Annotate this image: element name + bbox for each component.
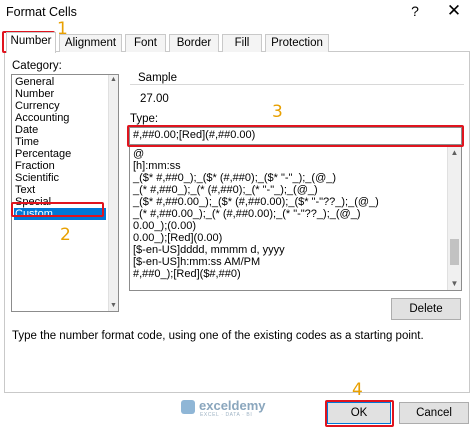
tab-alignment[interactable]: Alignment <box>59 34 122 52</box>
format-code-list[interactable]: @ [h]:mm:ss _($* #,##0_);_($* (#,##0);_(… <box>129 146 462 291</box>
sample-divider <box>130 84 464 85</box>
tab-strip: Number Alignment Font Border Fill Protec… <box>4 32 470 53</box>
scroll-up-icon[interactable]: ▲ <box>448 147 461 159</box>
tab-protection[interactable]: Protection <box>265 34 329 52</box>
scroll-up-icon[interactable]: ▲ <box>109 75 118 85</box>
format-item[interactable]: [$-en-US]dddd, mmmm d, yyyy <box>133 244 285 256</box>
category-item-text[interactable]: Text <box>14 184 106 196</box>
category-item-currency[interactable]: Currency <box>14 100 106 112</box>
annotation-number: 2 <box>60 225 71 245</box>
help-icon[interactable]: ? <box>408 3 422 19</box>
watermark-name: exceldemy <box>199 398 266 413</box>
category-item-general[interactable]: General <box>14 76 106 88</box>
delete-button[interactable]: Delete <box>391 298 461 320</box>
format-item[interactable]: #,##0_);[Red]($#,##0) <box>133 268 241 280</box>
category-label: Category: <box>12 60 62 72</box>
category-item-time[interactable]: Time <box>14 136 106 148</box>
category-item-special[interactable]: Special <box>14 196 106 208</box>
category-scrollbar[interactable]: ▲ ▼ <box>108 75 118 311</box>
watermark-tagline: EXCEL · DATA · BI <box>200 412 253 418</box>
type-input[interactable]: #,##0.00;[Red](#,##0.00) <box>129 127 462 145</box>
ok-button[interactable]: OK <box>327 402 391 424</box>
scroll-down-icon[interactable]: ▼ <box>109 301 118 311</box>
scroll-thumb[interactable] <box>450 239 459 265</box>
category-item-percentage[interactable]: Percentage <box>14 148 106 160</box>
sample-label: Sample <box>136 72 179 84</box>
exceldemy-logo-icon <box>181 400 195 414</box>
format-item[interactable]: _($* #,##0_);_($* (#,##0);_($* "-"_);_(@… <box>133 172 336 184</box>
format-item[interactable]: [h]:mm:ss <box>133 160 181 172</box>
annotation-number: 4 <box>352 380 363 400</box>
format-item[interactable]: _(* #,##0_);_(* (#,##0);_(* "-"_);_(@_) <box>133 184 318 196</box>
tab-font[interactable]: Font <box>125 34 166 52</box>
category-item-number[interactable]: Number <box>14 88 106 100</box>
annotation-number: 1 <box>57 19 68 39</box>
format-item[interactable]: [$-en-US]h:mm:ss AM/PM <box>133 256 260 268</box>
tab-fill[interactable]: Fill <box>222 34 262 52</box>
format-item[interactable]: 0.00_);[Red](0.00) <box>133 232 222 244</box>
category-item-scientific[interactable]: Scientific <box>14 172 106 184</box>
window-title: Format Cells <box>6 5 77 19</box>
sample-group: Sample 27.00 <box>130 72 464 110</box>
annotation-number: 3 <box>272 102 283 122</box>
category-item-fraction[interactable]: Fraction <box>14 160 106 172</box>
close-icon[interactable]: ✕ <box>446 1 462 21</box>
sample-value: 27.00 <box>140 93 169 105</box>
title-bar: Format Cells ? ✕ <box>0 0 474 26</box>
category-item-accounting[interactable]: Accounting <box>14 112 106 124</box>
format-item[interactable]: _($* #,##0.00_);_($* (#,##0.00);_($* "-"… <box>133 196 379 208</box>
category-list[interactable]: General Number Currency Accounting Date … <box>11 74 119 312</box>
tab-number[interactable]: Number <box>6 32 56 53</box>
format-item[interactable]: 0.00_);(0.00) <box>133 220 196 232</box>
hint-text: Type the number format code, using one o… <box>12 330 424 342</box>
format-list-scrollbar[interactable]: ▲ ▼ <box>447 147 461 290</box>
tab-border[interactable]: Border <box>169 34 219 52</box>
cancel-button[interactable]: Cancel <box>399 402 469 424</box>
category-item-date[interactable]: Date <box>14 124 106 136</box>
format-item[interactable]: @ <box>133 148 144 160</box>
type-label: Type: <box>130 113 159 125</box>
scroll-down-icon[interactable]: ▼ <box>448 278 461 290</box>
category-item-custom[interactable]: Custom <box>14 208 106 220</box>
format-item[interactable]: _(* #,##0.00_);_(* (#,##0.00);_(* "-"??_… <box>133 208 360 220</box>
